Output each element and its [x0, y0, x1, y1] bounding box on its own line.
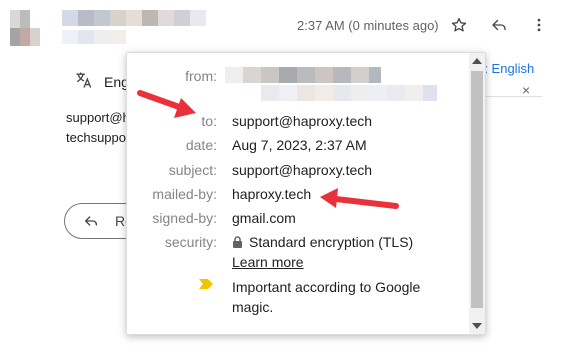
importance-line-1: Important according to Google	[232, 279, 421, 295]
star-icon[interactable]	[446, 12, 472, 38]
detail-value-signed-by: gmail.com	[232, 210, 296, 226]
scroll-down-arrow-icon[interactable]	[472, 323, 482, 329]
translate-language-right[interactable]: r: English	[480, 61, 534, 76]
detail-label-security: security:	[164, 234, 217, 250]
detail-label-to: to:	[201, 113, 217, 129]
detail-label-mailed-by: mailed-by:	[152, 186, 217, 202]
translate-icon[interactable]	[74, 70, 94, 93]
message-time: 2:37 AM (0 minutes ago)	[297, 18, 439, 33]
detail-label-date: date:	[185, 137, 217, 153]
translate-bar: Engl	[74, 70, 132, 93]
importance-text: Important according to Google magic.	[232, 277, 420, 317]
popup-scrollbar[interactable]	[469, 53, 485, 334]
more-vert-icon[interactable]	[526, 12, 552, 38]
detail-value-subject: support@haproxy.tech	[232, 162, 373, 178]
detail-value-mailed-by: haproxy.tech	[232, 186, 312, 202]
reply-arrow-icon	[85, 216, 97, 226]
learn-more-link[interactable]: Learn more	[232, 254, 304, 270]
detail-value-security: Standard encryption (TLS)	[232, 234, 413, 250]
scroll-thumb[interactable]	[471, 71, 483, 308]
detail-value-date: Aug 7, 2023, 2:37 AM	[232, 137, 367, 153]
importance-marker-icon	[199, 279, 213, 289]
lock-icon	[233, 236, 242, 248]
reply-icon[interactable]	[486, 12, 512, 38]
detail-label-from: from:	[185, 68, 217, 84]
importance-line-2: magic.	[232, 299, 274, 315]
detail-label-subject: subject:	[168, 162, 217, 178]
message-details-popup: from: to: support@haproxy.tech date: Aug…	[126, 52, 486, 335]
scroll-up-arrow-icon[interactable]	[472, 58, 482, 64]
detail-label-signed-by: signed-by:	[152, 210, 217, 226]
security-text: Standard encryption (TLS)	[249, 234, 414, 250]
translate-divider	[480, 96, 542, 97]
detail-value-to[interactable]: support@haproxy.tech	[232, 113, 372, 129]
